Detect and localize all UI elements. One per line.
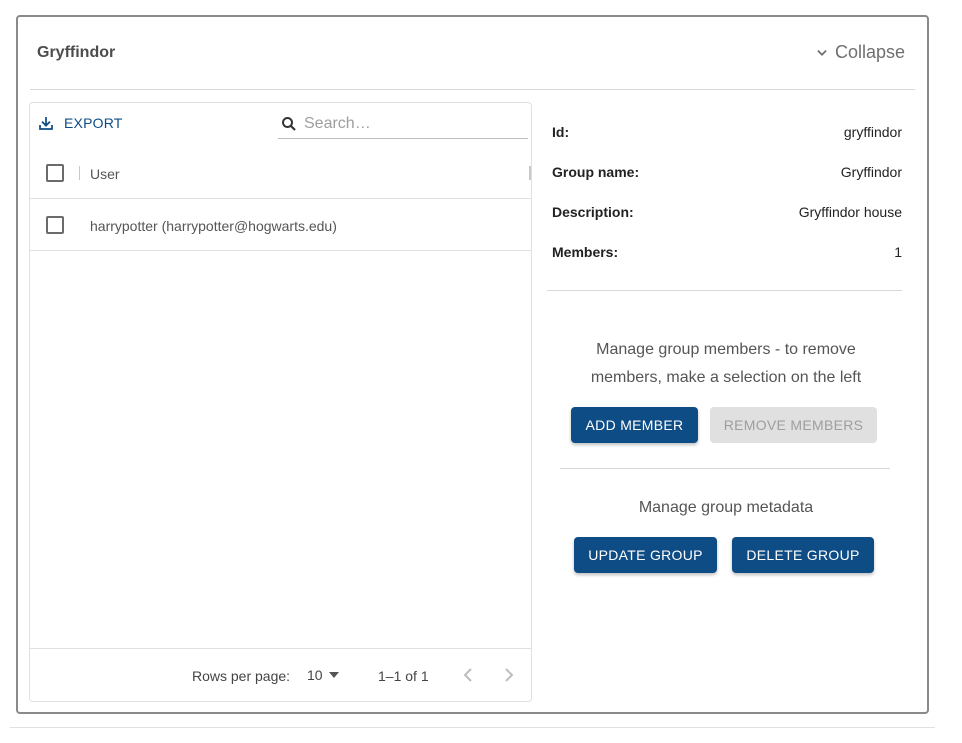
panel-divider bbox=[30, 89, 915, 90]
rows-per-page-value: 10 bbox=[307, 667, 323, 683]
search-box bbox=[278, 109, 528, 139]
grid-footer: Rows per page: 10 1–1 of 1 bbox=[30, 648, 531, 701]
detail-members-value: 1 bbox=[894, 244, 902, 260]
page-divider bbox=[10, 727, 935, 728]
panel-title: Gryffindor bbox=[37, 44, 116, 61]
download-icon bbox=[39, 117, 53, 130]
column-header-user[interactable]: User bbox=[90, 166, 120, 182]
rows-per-page-select[interactable]: 10 bbox=[307, 667, 339, 683]
next-page-button[interactable] bbox=[501, 665, 517, 688]
export-button[interactable]: EXPORT bbox=[38, 115, 123, 131]
members-grid: EXPORT User harrypotter (harrypotter@hog… bbox=[29, 102, 532, 702]
row-checkbox[interactable] bbox=[46, 216, 64, 234]
detail-description-label: Description: bbox=[552, 204, 634, 220]
detail-description-value: Gryffindor house bbox=[798, 204, 902, 220]
detail-members: Members: 1 bbox=[552, 244, 902, 260]
update-group-button[interactable]: UPDATE GROUP bbox=[574, 537, 717, 573]
detail-description: Description: Gryffindor house bbox=[552, 204, 902, 220]
section-divider bbox=[560, 468, 890, 469]
column-separator bbox=[79, 166, 80, 180]
row-user: harrypotter (harrypotter@hogwarts.edu) bbox=[90, 218, 337, 234]
caret-down-icon bbox=[328, 672, 339, 678]
grid-toolbar: EXPORT bbox=[30, 103, 531, 149]
select-all-checkbox[interactable] bbox=[46, 164, 64, 182]
column-resize-handle[interactable] bbox=[529, 166, 531, 180]
group-panel: Gryffindor Collapse EXPORT Search… User … bbox=[16, 15, 929, 714]
export-label: EXPORT bbox=[64, 115, 123, 131]
details-divider bbox=[547, 290, 902, 291]
previous-page-button[interactable] bbox=[460, 665, 476, 688]
collapse-button[interactable]: Collapse bbox=[815, 42, 905, 63]
table-row[interactable]: harrypotter (harrypotter@hogwarts.edu) bbox=[30, 199, 531, 251]
page-info: 1–1 of 1 bbox=[378, 668, 429, 684]
detail-id: Id: gryffindor bbox=[552, 124, 902, 140]
detail-members-label: Members: bbox=[552, 244, 619, 260]
members-manage-text: Manage group members - to remove members… bbox=[590, 341, 862, 386]
detail-group-name-value: Gryffindor bbox=[840, 164, 902, 180]
search-input[interactable] bbox=[304, 114, 504, 133]
detail-id-value: gryffindor bbox=[843, 124, 902, 140]
search-icon bbox=[282, 116, 296, 131]
chevron-right-icon bbox=[505, 668, 514, 682]
grid-column-header: User bbox=[30, 149, 531, 199]
collapse-label: Collapse bbox=[834, 42, 905, 62]
rows-per-page-label: Rows per page: bbox=[192, 668, 291, 684]
delete-group-button[interactable]: DELETE GROUP bbox=[732, 537, 874, 573]
metadata-manage-text: Manage group metadata bbox=[638, 499, 814, 516]
chevron-left-icon bbox=[463, 668, 472, 682]
add-member-button[interactable]: ADD MEMBER bbox=[571, 407, 698, 443]
detail-group-name-label: Group name: bbox=[552, 164, 640, 180]
chevron-down-icon bbox=[817, 49, 827, 56]
detail-group-name: Group name: Gryffindor bbox=[552, 164, 902, 180]
detail-id-label: Id: bbox=[552, 124, 570, 140]
remove-members-button[interactable]: REMOVE MEMBERS bbox=[710, 407, 877, 443]
